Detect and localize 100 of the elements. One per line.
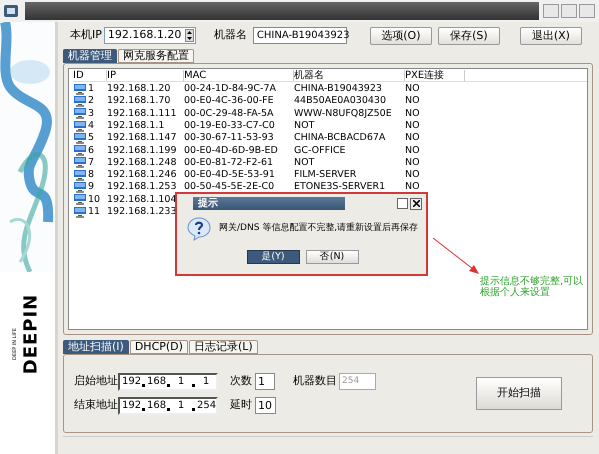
table-cell: 192.168.1.70	[107, 95, 170, 106]
table-cell: 44B50AE0A030430	[294, 95, 386, 106]
table-cell: 00-24-1D-84-9C-7A	[184, 83, 276, 94]
tab[interactable]: 网克服务配置	[118, 49, 194, 63]
table-cell: ETONE3S-SERVER1	[294, 181, 386, 192]
table-cell: NO	[405, 169, 420, 180]
maximize-button[interactable]	[397, 198, 408, 209]
table-cell: 192.168.1.199	[107, 144, 177, 156]
table-cell: FILM-SERVER	[294, 169, 356, 180]
column-header[interactable]: ID	[73, 70, 107, 80]
table-cell-text: 2	[88, 94, 94, 108]
app-icon	[3, 3, 19, 19]
annotation-arrow	[432, 237, 480, 275]
table-cell: 192.168.1.233	[107, 206, 177, 217]
dialog-button[interactable]: 是(Y)	[246, 250, 300, 264]
table-cell: CHINA-BCBACD67A	[294, 132, 386, 144]
table-cell: 10	[88, 192, 100, 207]
ip-label: 本机IP	[70, 27, 102, 44]
table-cell: NO	[405, 120, 420, 131]
table-cell: 192.168.1.248	[107, 156, 177, 168]
table-cell-text: 8	[88, 168, 94, 182]
table-cell: 3	[88, 106, 94, 121]
table-cell-text: 1	[88, 82, 94, 96]
table-cell-text: 7	[88, 156, 94, 170]
maximize-button[interactable]	[561, 4, 577, 18]
monitor-icon	[73, 206, 87, 218]
monitor-icon	[73, 194, 87, 206]
name-label: 机器名	[214, 27, 247, 44]
table-cell-text: 9	[88, 180, 94, 194]
name-field[interactable]: CHINA-B19043923	[252, 27, 347, 44]
dot-separator	[167, 408, 170, 411]
toolbar-button[interactable]: 选项(O)	[370, 26, 432, 44]
table-cell: NO	[405, 108, 420, 119]
close-icon	[412, 200, 420, 207]
tab[interactable]: 地址扫描(I)	[63, 340, 129, 354]
ip-octet: 192	[122, 376, 140, 388]
table-cell: CHINA-B19043923	[294, 83, 382, 94]
column-header[interactable]: MAC	[184, 70, 294, 80]
table-cell: WWW-N8UFQ8JZ50E	[294, 108, 392, 119]
table-cell: 00-E0-4D-6D-9B-ED	[184, 144, 278, 156]
table-cell: NO	[405, 132, 420, 144]
count-field[interactable]: 1	[255, 373, 275, 390]
table-cell: 00-E0-81-72-F2-61	[184, 156, 274, 168]
column-header[interactable]: 机器名	[294, 70, 405, 80]
table-cell: NO	[405, 156, 420, 168]
machine-count-label: 机器数目	[293, 373, 337, 390]
toolbar-button[interactable]: 退出(X)	[520, 26, 582, 44]
column-header[interactable]: IP	[107, 70, 184, 80]
tab[interactable]: 机器管理	[63, 49, 117, 63]
delay-label: 延时	[230, 397, 253, 414]
table-cell: NO	[405, 95, 420, 106]
monitor-icon	[73, 96, 87, 107]
dialog-title: 提示	[193, 197, 345, 210]
delay-field[interactable]: 10	[255, 397, 276, 414]
spin-icon	[184, 29, 194, 42]
table-cell-text: 11	[88, 205, 100, 219]
ip-octet: 1	[202, 376, 210, 388]
minimize-button[interactable]	[543, 4, 559, 18]
table-cell: 192.168.1.20	[107, 83, 170, 94]
table-cell: 00-19-E0-33-C7-C0	[184, 120, 275, 131]
brand-wordmark: DEEPIN	[20, 292, 42, 376]
table-cell: 192.168.1.253	[107, 181, 177, 192]
column-header[interactable]: PXE连接	[405, 70, 465, 80]
dot-separator	[142, 384, 145, 387]
monitor-icon	[73, 182, 87, 194]
ip-octet: 192	[122, 400, 140, 412]
table-cell: 192.168.1.1	[107, 120, 164, 131]
dialog-button[interactable]: 否(N)	[306, 250, 358, 264]
table-cell: 00-30-67-11-53-93	[184, 132, 274, 144]
annotation-text: 提示信息不够完整,可以根据个人来设置	[480, 276, 584, 298]
monitor-icon	[73, 108, 87, 120]
dot-separator	[192, 384, 195, 387]
start-address-label: 启始地址	[74, 373, 118, 390]
table-cell: 192.168.1.104	[107, 194, 177, 205]
dot-separator	[142, 408, 145, 411]
monitor-icon	[73, 170, 87, 181]
ip-address-field[interactable]: 192 168 1 254	[118, 396, 218, 414]
question-icon	[187, 217, 211, 241]
toolbar-button[interactable]: 保存(S)	[438, 26, 500, 44]
monitor-icon	[73, 84, 87, 95]
table-cell: 192.168.1.111	[107, 108, 177, 119]
ip-octet: 1	[176, 400, 186, 412]
table-cell: 00-E0-4C-36-00-FE	[184, 95, 274, 106]
table-cell: 5	[88, 131, 94, 146]
ip-octet: 168	[147, 400, 165, 412]
monitor-icon	[73, 145, 87, 156]
tab[interactable]: 日志记录(L)	[188, 340, 258, 354]
table-cell: NO	[405, 144, 420, 156]
monitor-icon	[73, 157, 87, 168]
start-scan-button[interactable]: 开始扫描	[476, 377, 562, 410]
table-cell: NOT	[294, 120, 314, 131]
ip-address-field[interactable]: 192 168 1 1	[118, 372, 218, 390]
ip-octet: 168	[147, 376, 165, 388]
monitor-icon	[73, 120, 87, 132]
tab[interactable]: DHCP(D)	[130, 340, 188, 354]
table-cell: 00-0C-29-48-FA-5A	[184, 108, 274, 119]
close-button[interactable]	[410, 198, 422, 210]
ip-octet: 254	[197, 400, 215, 412]
monitor-icon	[73, 132, 87, 144]
ip-dropdown[interactable]: 192.168.1.20	[104, 27, 196, 44]
